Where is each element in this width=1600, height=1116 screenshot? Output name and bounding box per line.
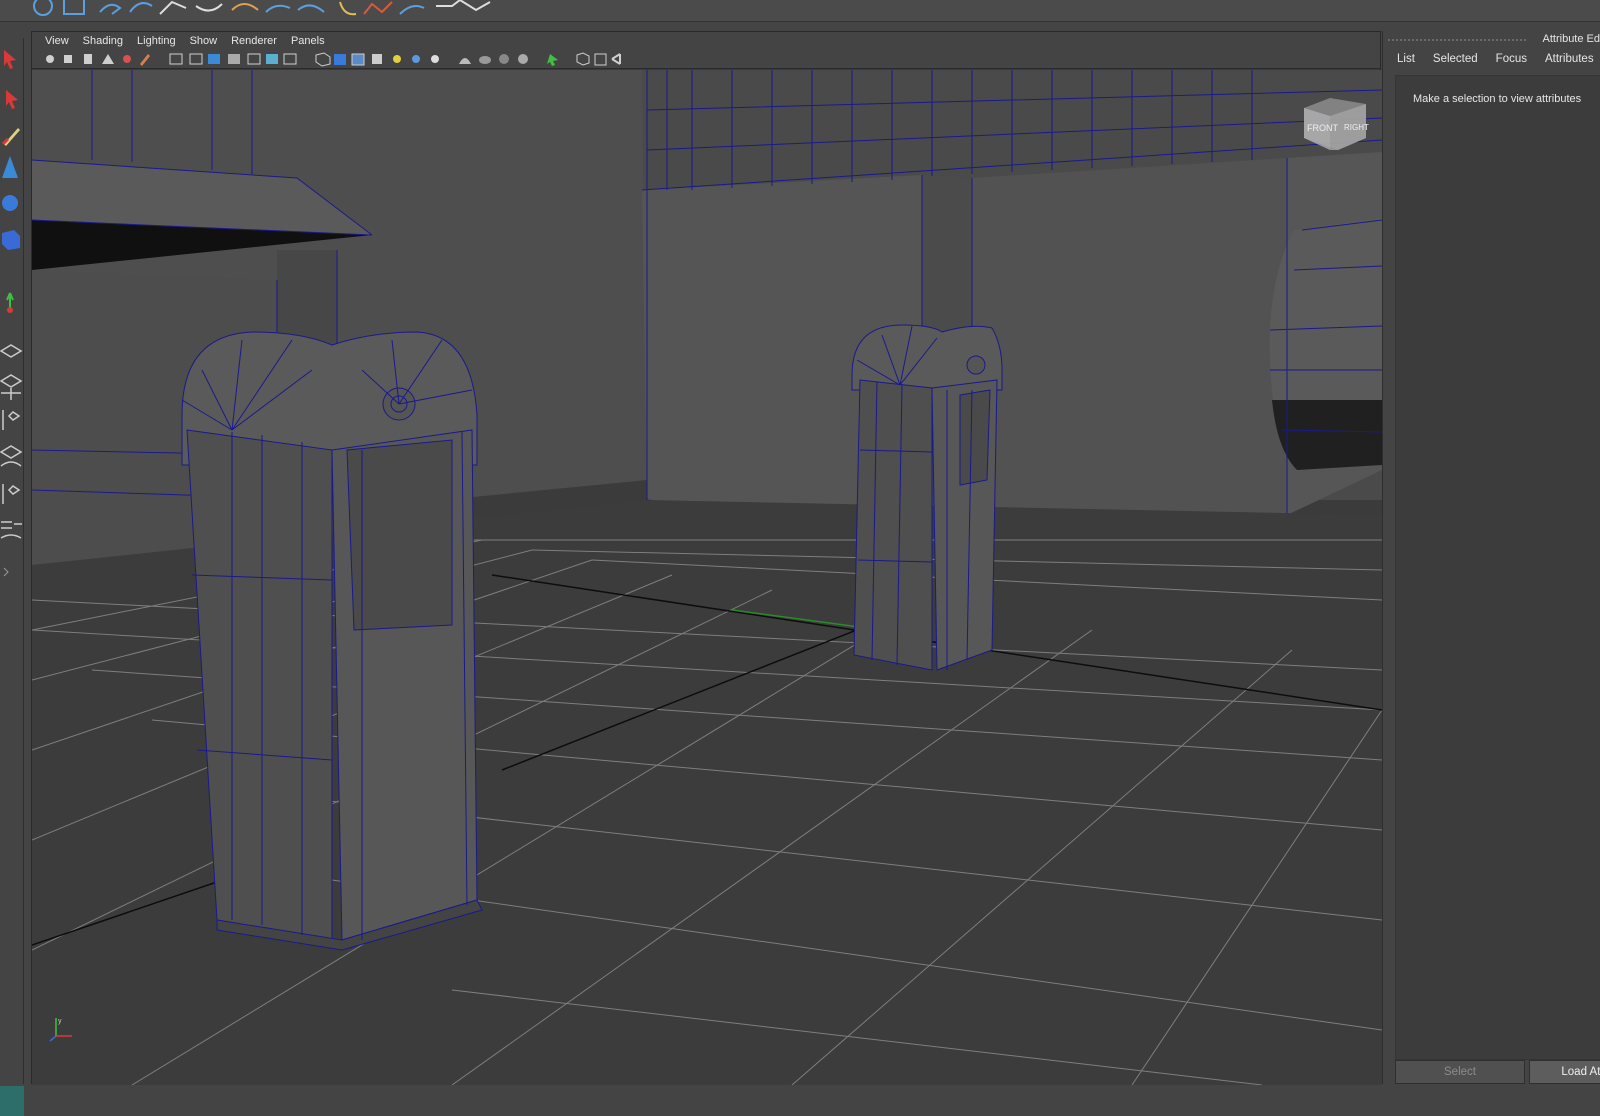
- select-button[interactable]: Select: [1395, 1060, 1525, 1084]
- panel-toolbar-icons[interactable]: [32, 50, 652, 69]
- pencil-icon: [140, 54, 150, 66]
- graph-layout-icon: [0, 445, 23, 467]
- viewport-panel[interactable]: View Shading Lighting Show Renderer Pane…: [31, 31, 1382, 1085]
- camera-icon: [46, 55, 54, 63]
- panel-menubar: View Shading Lighting Show Renderer Pane…: [32, 32, 1380, 50]
- motion-blur-icon: [499, 54, 509, 64]
- panel-grip[interactable]: [1387, 38, 1527, 42]
- all-lights-icon: [412, 55, 420, 63]
- 3d-scene[interactable]: [32, 70, 1382, 1085]
- gate-mask-icon: [228, 54, 240, 64]
- grease-pencil-icon: [123, 55, 131, 63]
- pump-right: [851, 324, 1003, 671]
- cube-icon: [2, 230, 20, 250]
- xray-joints-icon: [576, 52, 590, 66]
- lasso-select-icon: [6, 90, 18, 109]
- anti-alias-icon: [518, 54, 528, 64]
- shelf-icons[interactable]: [0, 0, 520, 22]
- panel-toolbar: [32, 50, 1380, 69]
- curve-tool-icon: [99, 3, 122, 15]
- pump-left: [181, 331, 483, 951]
- menu-selected[interactable]: Selected: [1433, 53, 1478, 65]
- viewcube[interactable]: FRONT RIGHT: [1300, 94, 1370, 154]
- menu-show[interactable]: Show: [183, 32, 225, 50]
- wire-on-shaded-icon: [351, 53, 365, 66]
- safe-title-icon: [283, 53, 297, 65]
- menu-attributes[interactable]: Attributes: [1545, 53, 1594, 65]
- selection-message: Make a selection to view attributes: [1413, 93, 1582, 105]
- field-chart-icon: [247, 53, 261, 65]
- cone-icon: [2, 156, 18, 178]
- load-attributes-button[interactable]: Load Att: [1529, 1060, 1600, 1084]
- attribute-editor-menu: List Selected Focus Attributes: [1397, 53, 1594, 65]
- hook-tool-icon: [339, 1, 357, 16]
- spline-tool-icon: [265, 4, 291, 13]
- xray-active-icon: [594, 53, 607, 66]
- sphere-icon: [2, 195, 18, 211]
- menu-view[interactable]: View: [38, 32, 76, 50]
- resolution-gate-icon: [208, 54, 220, 64]
- attribute-editor-title: Attribute Ed: [1542, 33, 1600, 45]
- isolate-select-icon: [547, 54, 558, 66]
- viewcube-front-label: FRONT: [1307, 123, 1338, 133]
- maya-logo-icon: [0, 1086, 24, 1116]
- arc-tool-icon: [129, 2, 153, 13]
- bezier-tool-icon: [231, 3, 259, 11]
- expand-icon: [3, 567, 9, 577]
- textured-icon: [372, 54, 382, 64]
- image-plane-icon: [102, 54, 114, 64]
- shelf-toolbar: [0, 0, 1600, 22]
- select-icon: [4, 50, 16, 69]
- toolbox: [0, 38, 24, 1116]
- shadows-icon: [431, 55, 439, 63]
- share-icon: [611, 53, 621, 65]
- single-view-layout-icon: [0, 344, 23, 358]
- menu-renderer[interactable]: Renderer: [224, 32, 284, 50]
- editor-layout-icon: [0, 521, 22, 539]
- smooth-shade-icon: [334, 54, 346, 65]
- wireframe-icon: [315, 52, 331, 67]
- square-tool-icon: [63, 0, 85, 15]
- attribute-editor-body: [1395, 75, 1600, 1060]
- line-tool-icon: [159, 0, 187, 15]
- default-light-icon: [393, 55, 401, 63]
- zigzag-tool-icon: [363, 1, 393, 15]
- menu-shading[interactable]: Shading: [76, 32, 130, 50]
- grid-icon: [169, 53, 183, 65]
- path-tool-icon: [436, 0, 491, 12]
- xray-icon: [459, 58, 471, 64]
- paint-icon: [4, 128, 20, 146]
- lasso-tool-icon: [195, 3, 223, 12]
- toolbox-icons[interactable]: [0, 38, 24, 598]
- viewcube-right-label: RIGHT: [1344, 123, 1369, 132]
- bookmark-icon: [84, 54, 92, 64]
- ambient-occlusion-icon: [479, 56, 491, 64]
- menu-focus[interactable]: Focus: [1496, 53, 1527, 65]
- circle-tool-icon: [33, 0, 53, 16]
- axis-gizmo-icon: y: [49, 1018, 72, 1042]
- four-view-layout-icon: [2, 410, 21, 430]
- menu-lighting[interactable]: Lighting: [130, 32, 183, 50]
- sweep-tool-icon: [399, 5, 425, 15]
- film-gate-icon: [189, 53, 203, 65]
- safe-action-icon: [266, 54, 278, 64]
- svg-text:y: y: [58, 1018, 62, 1025]
- outliner-layout-icon: [2, 484, 21, 504]
- wave-tool-icon: [297, 4, 325, 13]
- menu-list[interactable]: List: [1397, 53, 1415, 65]
- camera-attr-icon: [64, 55, 72, 63]
- attribute-editor: Attribute Ed List Selected Focus Attribu…: [1382, 31, 1600, 1084]
- two-view-layout-icon: [0, 374, 23, 400]
- menu-panels[interactable]: Panels: [284, 32, 332, 50]
